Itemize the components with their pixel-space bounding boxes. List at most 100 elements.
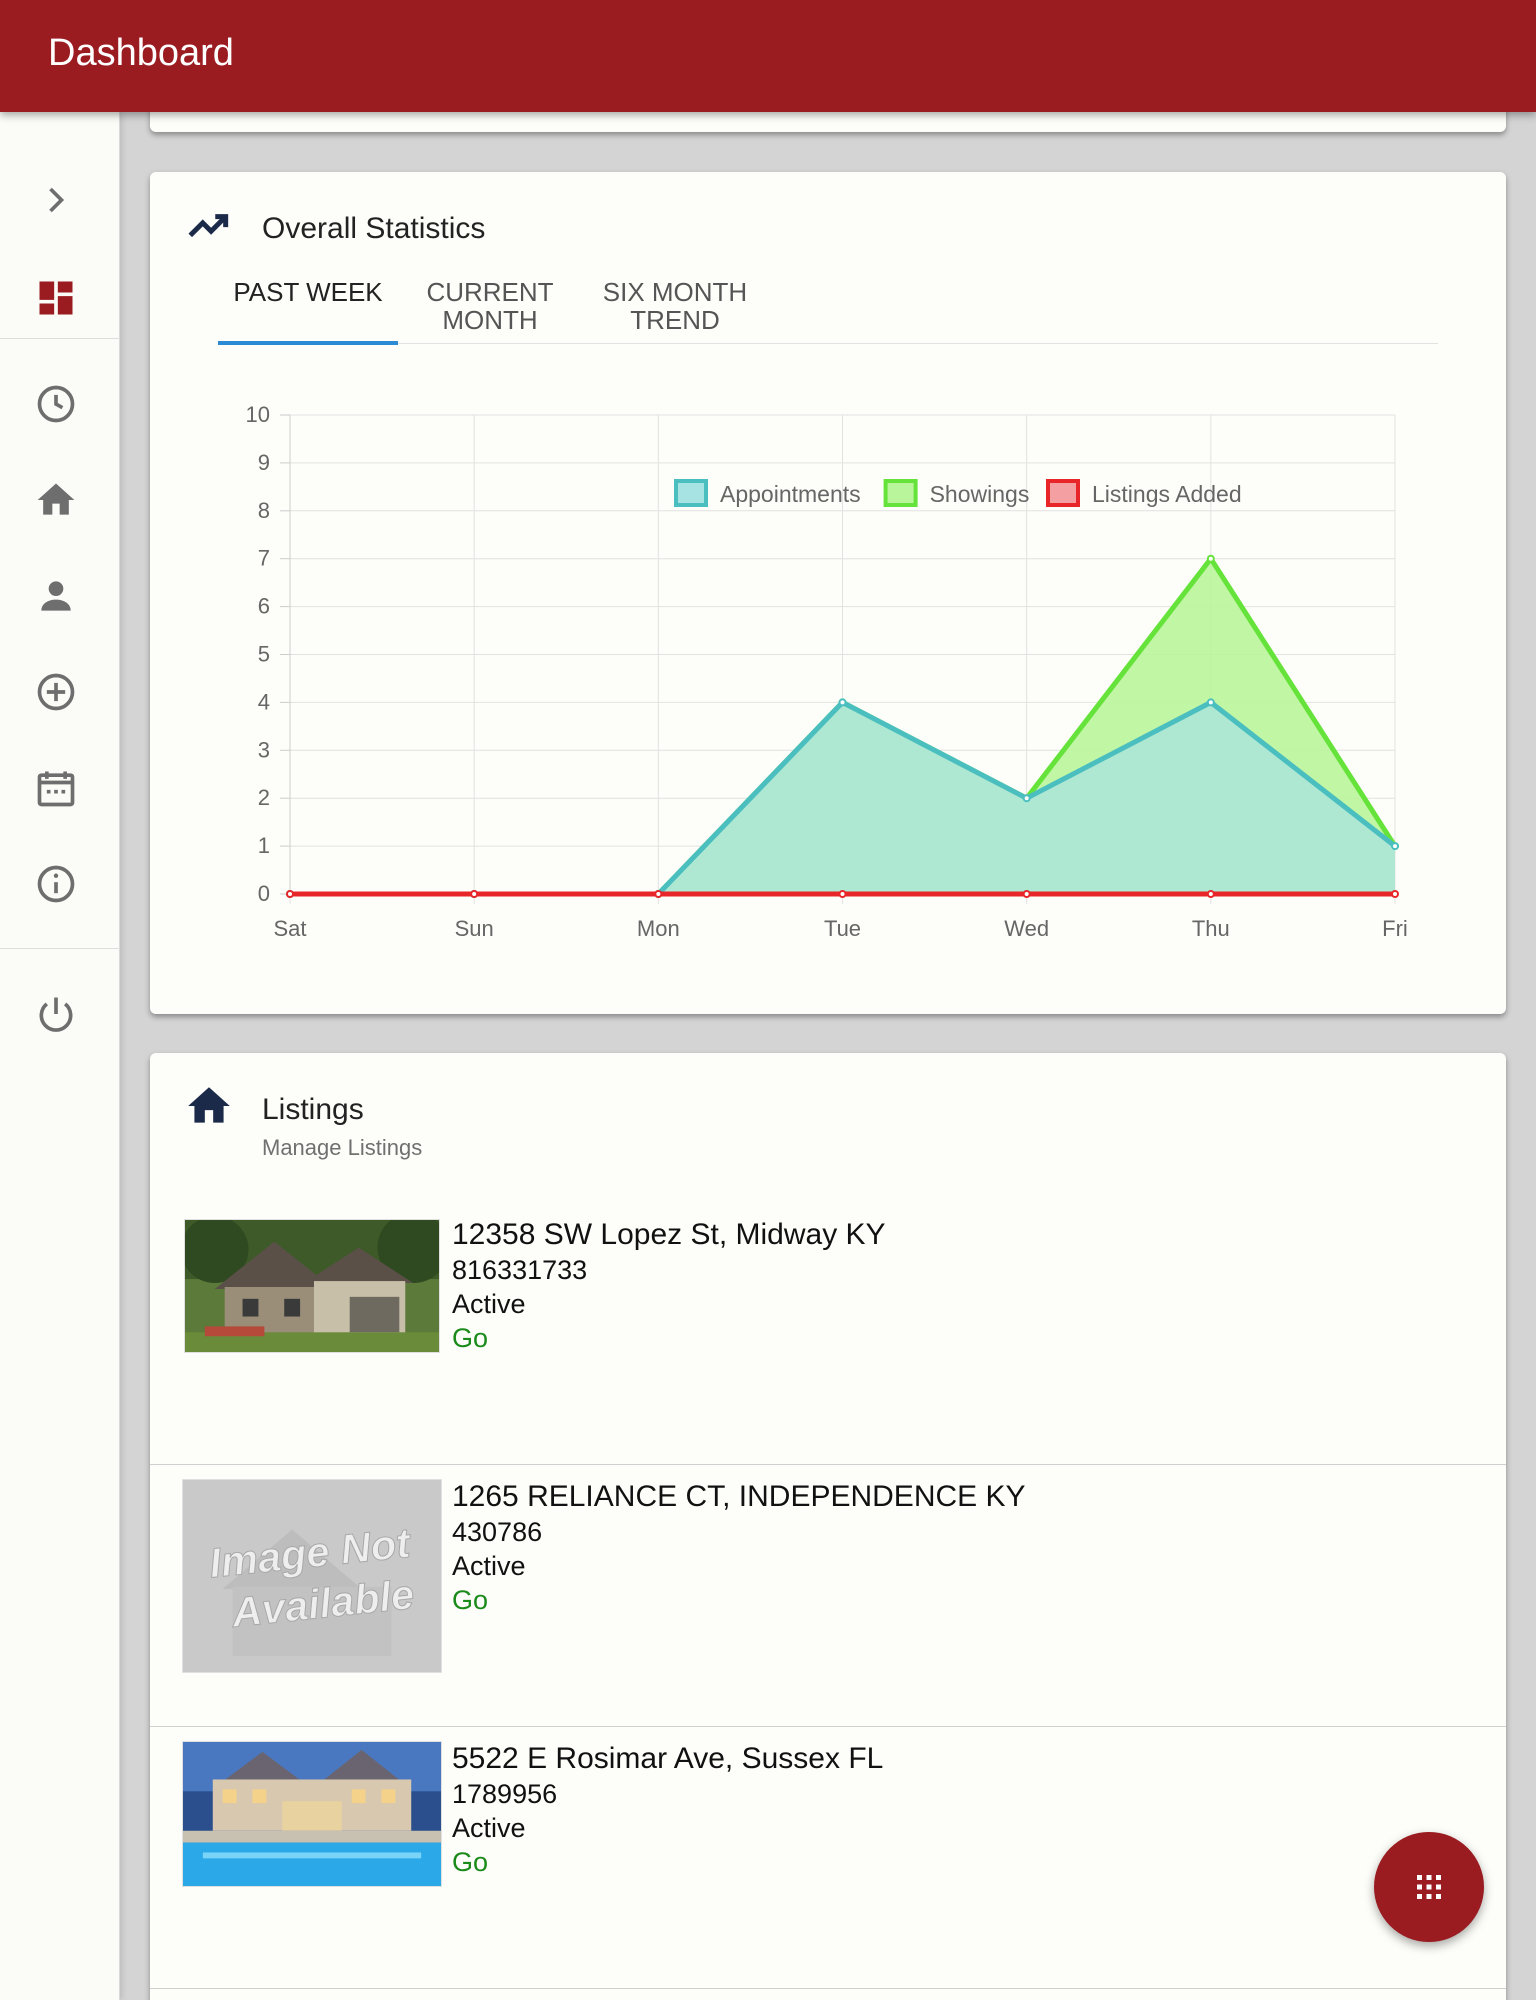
tab-label: SIX MONTH <box>602 277 748 307</box>
tab-label: MONTH <box>442 305 538 335</box>
y-tick-label: 3 <box>258 737 270 762</box>
nav-divider <box>0 948 120 949</box>
person-icon <box>41 581 71 611</box>
y-tick-label: 9 <box>258 450 270 475</box>
listing-mls-number: 430786 <box>452 1517 543 1547</box>
listings-subtitle: Manage Listings <box>262 1135 423 1160</box>
calendar-icon <box>37 771 75 807</box>
statistics-tabs: PAST WEEK CURRENT MONTH SIX MONTH TREND <box>218 272 1438 345</box>
x-tick-label: Wed <box>1004 916 1049 941</box>
listing-address: 1265 RELIANCE CT, INDEPENDENCE KY <box>452 1480 1026 1513</box>
statistics-card: Overall Statistics PAST WEEK CURRENT MON… <box>150 172 1506 1014</box>
app-bar: Dashboard <box>0 0 1536 112</box>
expand-nav-button[interactable] <box>30 174 82 226</box>
side-nav <box>0 112 120 2000</box>
listings-card: Listings Manage Listings 12358 SW Lopez … <box>150 1053 1506 2000</box>
listing-item[interactable]: 12358 SW Lopez St, Midway KY 816331733 A… <box>150 1203 1506 1465</box>
add-circle-icon <box>37 673 75 711</box>
home-icon <box>188 1087 230 1123</box>
sidebar-item-recent[interactable] <box>30 378 82 430</box>
legend-label: Showings <box>930 481 1030 507</box>
x-tick-label: Tue <box>824 916 861 941</box>
listing-item[interactable]: Image Not Available 1265 RELIANCE CT, IN… <box>150 1465 1506 1727</box>
listing-status: Active <box>452 1289 526 1319</box>
y-tick-label: 8 <box>258 498 270 523</box>
legend-label: Appointments <box>720 481 861 507</box>
tab-past-week[interactable]: PAST WEEK <box>218 272 398 344</box>
apps-grid-icon <box>1417 1875 1441 1899</box>
tab-label: CURRENT <box>426 277 554 307</box>
sidebar-item-calendar[interactable] <box>30 762 82 814</box>
data-point <box>1022 794 1031 803</box>
y-tick-label: 10 <box>246 402 270 427</box>
listing-photo <box>184 1219 440 1353</box>
sidebar-item-logout[interactable] <box>30 988 82 1040</box>
y-tick-label: 6 <box>258 594 270 619</box>
data-point <box>838 698 847 707</box>
sidebar-item-dashboard[interactable] <box>30 272 82 324</box>
power-icon <box>39 997 73 1032</box>
tab-current-month[interactable]: CURRENT MONTH <box>410 272 570 344</box>
listing-address: 5522 E Rosimar Ave, Sussex FL <box>452 1742 884 1775</box>
info-icon <box>37 865 75 903</box>
listing-address: 12358 SW Lopez St, Midway KY <box>452 1218 886 1251</box>
data-point <box>1391 842 1399 851</box>
x-tick-label: Mon <box>637 916 680 941</box>
tab-label: TREND <box>630 305 720 335</box>
clock-icon <box>37 385 75 423</box>
data-point <box>286 890 294 898</box>
y-tick-label: 2 <box>258 785 270 810</box>
data-point <box>1391 890 1399 898</box>
listing-photo <box>182 1741 442 1887</box>
listing-status: Active <box>452 1551 526 1581</box>
x-tick-label: Sun <box>455 916 494 941</box>
data-point <box>838 890 847 898</box>
listing-mls-number: 1789956 <box>452 1779 558 1809</box>
mansion-pool-photo <box>183 1742 441 1886</box>
statistics-chart: 0 1 2 3 4 5 6 7 8 9 10 Sat Sun Mon Tue Wed Thu Fri Appoint… <box>150 372 1506 972</box>
legend-swatch <box>1046 479 1080 507</box>
y-tick-label: 0 <box>258 881 270 906</box>
data-point <box>654 890 663 898</box>
y-tick-label: 1 <box>258 833 270 858</box>
listing-photo: Image Not Available <box>182 1479 442 1673</box>
tab-label: PAST WEEK <box>233 277 383 307</box>
listings-title: Listings <box>262 1093 364 1126</box>
home-icon <box>37 483 75 515</box>
area-chart: 0 1 2 3 4 5 6 7 8 9 10 Sat Sun Mon Tue Wed Thu Fri Appoint… <box>246 402 1408 941</box>
y-tick-label: 7 <box>258 546 270 571</box>
data-point <box>1206 554 1215 563</box>
sidebar-item-add[interactable] <box>30 666 82 718</box>
dashboard-icon <box>39 281 73 315</box>
listing-item[interactable]: 5522 E Rosimar Ave, Sussex FL 1789956 Ac… <box>150 1727 1506 1989</box>
sidebar-item-listings[interactable] <box>30 474 82 526</box>
x-tick-label: Thu <box>1192 916 1230 941</box>
apps-fab-button[interactable] <box>1374 1832 1484 1942</box>
image-not-available: Image Not Available <box>183 1480 441 1672</box>
listing-status: Active <box>452 1813 526 1843</box>
tab-indicator <box>218 341 398 345</box>
sidebar-item-info[interactable] <box>30 858 82 910</box>
listing-info: 12358 SW Lopez St, Midway KY 816331733 A… <box>452 1217 886 1355</box>
data-point <box>470 890 479 898</box>
legend-swatch <box>883 479 918 507</box>
chevron-right-icon <box>49 187 65 213</box>
listing-mls-number: 816331733 <box>452 1255 588 1285</box>
nav-divider <box>0 338 120 339</box>
sidebar-item-contacts[interactable] <box>30 570 82 622</box>
listing-divider <box>150 1988 1506 1989</box>
x-tick-label: Sat <box>273 916 306 941</box>
listing-go-link[interactable]: Go <box>452 1845 883 1879</box>
x-tick-label: Fri <box>1382 916 1408 941</box>
statistics-header: Overall Statistics <box>184 200 485 250</box>
app-title: Dashboard <box>48 32 234 74</box>
house-photo <box>185 1220 439 1352</box>
listing-go-link[interactable]: Go <box>452 1583 1026 1617</box>
trending-up-icon <box>188 214 229 238</box>
listing-go-link[interactable]: Go <box>452 1321 886 1355</box>
statistics-title: Overall Statistics <box>262 212 486 245</box>
tab-six-month-trend[interactable]: SIX MONTH TREND <box>590 272 760 344</box>
y-tick-label: 4 <box>258 689 270 714</box>
legend-label: Listings Added <box>1092 481 1242 507</box>
listings-header: Listings Manage Listings <box>184 1081 422 1161</box>
